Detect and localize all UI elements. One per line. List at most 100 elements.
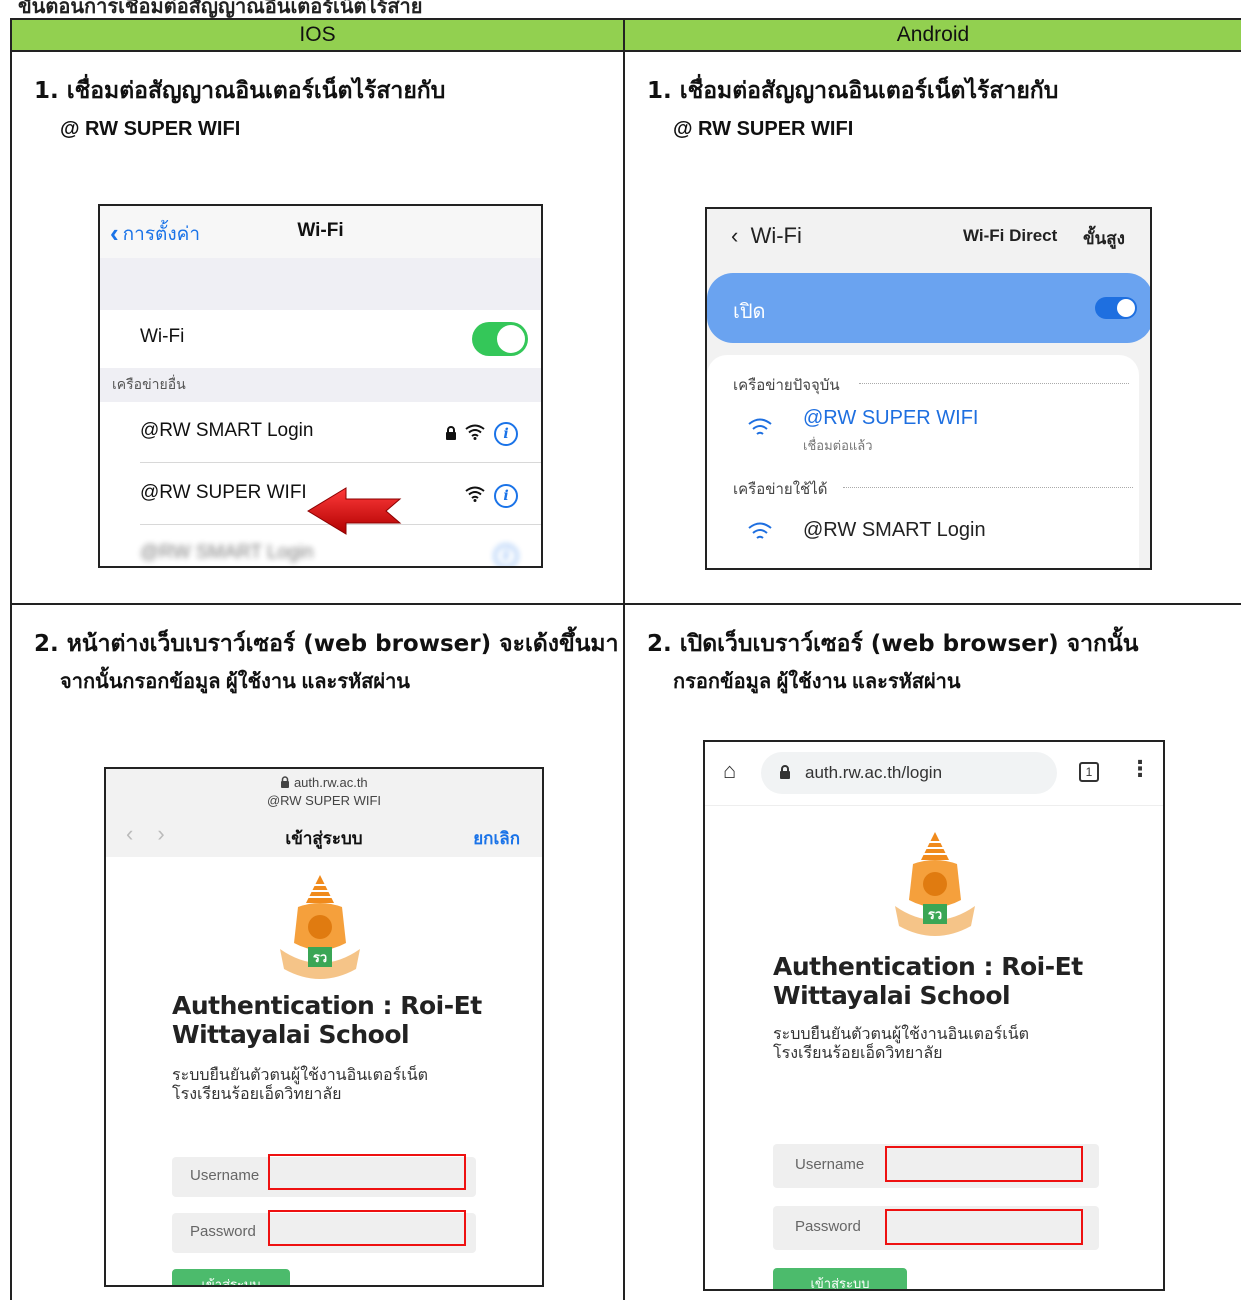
info-icon[interactable]: i	[494, 422, 518, 446]
ios-wifi-toggle-row: Wi-Fi	[100, 310, 541, 368]
password-label: Password	[795, 1218, 861, 1235]
android-wifi-toggle[interactable]	[1095, 297, 1137, 319]
address-bar[interactable]: auth.rw.ac.th/login	[761, 752, 1057, 794]
ios-url: auth.rw.ac.th	[106, 775, 542, 790]
school-seal-logo: รว	[280, 875, 360, 979]
auth-title: Authentication : Roi-Et Wittayalai Schoo…	[773, 952, 1083, 1010]
available-ssid: @RW SMART Login	[803, 519, 986, 541]
wifi-icon	[465, 424, 485, 440]
ios-step-1-cell: 1. เชื่อมต่อสัญญาณอินเตอร์เน็ตไร้สายกับ …	[10, 50, 625, 605]
ios-step-2-cell: 2. หน้าต่างเว็บเบราว์เซอร์ (web browser)…	[10, 603, 625, 1300]
tab-switcher-icon[interactable]: 1	[1079, 762, 1099, 782]
step-2-row: 2. หน้าต่างเว็บเบราว์เซอร์ (web browser)…	[10, 603, 1241, 1300]
lock-icon	[446, 426, 456, 440]
info-icon: i	[494, 544, 518, 566]
ios-step-1-title-text: 1. เชื่อมต่อสัญญาณอินเตอร์เน็ตไร้สายกับ	[34, 78, 446, 104]
auth-subtitle-line-1: ระบบยืนยันตัวตนผู้ใช้งานอินเตอร์เน็ต	[172, 1065, 429, 1084]
step-1-row: 1. เชื่อมต่อสัญญาณอินเตอร์เน็ตไร้สายกับ …	[10, 50, 1241, 605]
android-step-1-subtitle: @ RW SUPER WIFI	[673, 118, 854, 140]
ios-login-screenshot: auth.rw.ac.th @RW SUPER WIFI ‹› เข้าสู่ร…	[104, 767, 544, 1287]
android-step-1-title-text: 1. เชื่อมต่อสัญญาณอินเตอร์เน็ตไร้สายกับ	[647, 78, 1059, 104]
android-on-label: เปิด	[733, 299, 766, 323]
ios-wifi-label: Wi-Fi	[140, 326, 185, 347]
auth-subtitle-line-1: ระบบยืนยันตัวตนผู้ใช้งานอินเตอร์เน็ต	[773, 1024, 1030, 1043]
separator	[140, 462, 541, 463]
username-highlight-box	[268, 1154, 466, 1190]
lock-icon	[780, 765, 790, 779]
auth-subtitle: ระบบยืนยันตัวตนผู้ใช้งานอินเตอร์เน็ต โรง…	[172, 1065, 428, 1103]
guide-table: IOS Android 1. เชื่อมต่อสัญญาณอินเตอร์เน…	[10, 18, 1241, 1300]
ios-nav-bar: ‹ การตั้งค่า Wi-Fi	[100, 206, 541, 258]
android-network-list: เครือข่ายปัจจุบัน @RW SUPER WIFI เชื่อมต…	[707, 355, 1139, 568]
android-login-screenshot: ⌂ auth.rw.ac.th/login 1 ⋮ รว Authenticat…	[703, 740, 1165, 1291]
ios-login-header: auth.rw.ac.th @RW SUPER WIFI ‹› เข้าสู่ร…	[106, 769, 542, 857]
auth-title: Authentication : Roi-Et Wittayalai Schoo…	[172, 991, 482, 1049]
android-back-label: Wi-Fi	[750, 223, 802, 248]
password-label: Password	[190, 1223, 256, 1240]
password-highlight-box	[885, 1209, 1083, 1245]
top-cut-text: ขั้นตอนการเชื่อมต่อสัญญาณอินเตอร์เน็ตไร้…	[0, 0, 1241, 18]
username-label: Username	[190, 1167, 260, 1184]
current-network-section: เครือข่ายปัจจุบัน	[733, 376, 840, 394]
ios-step-1-title: 1. เชื่อมต่อสัญญาณอินเตอร์เน็ตไร้สายกับ …	[34, 72, 445, 148]
ios-other-networks-label: เครือข่ายอื่น	[112, 376, 186, 392]
available-network-section: เครือข่ายใช้ได้	[733, 480, 828, 498]
header-row: IOS Android	[10, 18, 1241, 52]
android-step-2-cell: 2. เปิดเว็บเบราว์เซอร์ (web browser) จาก…	[623, 603, 1241, 1300]
ios-network-name: @RW SMART Login	[140, 420, 314, 441]
ios-step-1-subtitle: @ RW SUPER WIFI	[60, 118, 241, 140]
home-icon[interactable]: ⌂	[723, 758, 736, 784]
password-highlight-box	[268, 1210, 466, 1246]
ios-network-name: @RW SMART Login	[140, 542, 314, 563]
info-icon[interactable]: i	[494, 484, 518, 508]
connected-status: เชื่อมต่อแล้ว	[803, 439, 873, 454]
android-step-1-cell: 1. เชื่อมต่อสัญญาณอินเตอร์เน็ตไร้สายกับ …	[623, 50, 1241, 605]
android-wifi-screenshot: ‹ Wi-Fi Wi-Fi Direct ขั้นสูง เปิด เครือข…	[705, 207, 1152, 570]
auth-subtitle: ระบบยืนยันตัวตนผู้ใช้งานอินเตอร์เน็ต โรง…	[773, 1024, 1029, 1062]
android-step-2-title: 2. เปิดเว็บเบราว์เซอร์ (web browser) จาก…	[647, 625, 1138, 701]
wifi-icon	[748, 522, 772, 539]
column-header-ios: IOS	[10, 18, 625, 52]
ios-cancel-button[interactable]: ยกเลิก	[473, 825, 520, 852]
column-header-android: Android	[623, 18, 1241, 52]
dotted-divider	[859, 383, 1129, 384]
ios-network-list: @RW SMART Login i @RW SUPER WIFI i @RW S…	[100, 402, 541, 566]
svg-text:รว: รว	[928, 908, 942, 923]
ios-wifi-toggle[interactable]	[472, 322, 528, 356]
auth-subtitle-line-2: โรงเรียนร้อยเอ็ดวิทยาลัย	[773, 1043, 943, 1062]
svg-text:รว: รว	[313, 951, 327, 966]
ios-ssid: @RW SUPER WIFI	[266, 793, 382, 808]
android-step-2-subtitle: กรอกข้อมูล ผู้ใช้งาน และรหัสผ่าน	[673, 671, 961, 693]
auth-title-line-1: Authentication : Roi-Et	[172, 991, 482, 1020]
auth-title-line-2: Wittayalai School	[773, 981, 1011, 1010]
lock-icon	[281, 776, 290, 788]
android-top-bar: ‹ Wi-Fi Wi-Fi Direct ขั้นสูง	[707, 209, 1150, 269]
wifi-icon	[748, 418, 772, 435]
connected-ssid: @RW SUPER WIFI	[803, 407, 979, 429]
ios-url-text: auth.rw.ac.th	[293, 775, 368, 790]
android-step-2-title-text: 2. เปิดเว็บเบราว์เซอร์ (web browser) จาก…	[647, 631, 1139, 657]
android-back-button[interactable]: ‹ Wi-Fi	[731, 223, 802, 249]
wifi-icon	[465, 486, 485, 502]
chrome-toolbar: ⌂ auth.rw.ac.th/login 1 ⋮	[705, 742, 1163, 806]
advanced-button[interactable]: ขั้นสูง	[1083, 225, 1125, 252]
ios-step-2-title-text: 2. หน้าต่างเว็บเบราว์เซอร์ (web browser)…	[34, 631, 619, 657]
top-cut-text-label: ขั้นตอนการเชื่อมต่อสัญญาณอินเตอร์เน็ตไร้…	[18, 0, 423, 18]
android-wifi-on-bar[interactable]: เปิด	[707, 273, 1150, 343]
auth-title-line-1: Authentication : Roi-Et	[773, 952, 1083, 981]
address-bar-url: auth.rw.ac.th/login	[805, 763, 943, 782]
auth-subtitle-line-2: โรงเรียนร้อยเอ็ดวิทยาลัย	[172, 1084, 342, 1103]
dotted-divider	[843, 487, 1133, 488]
ios-wifi-screenshot: ‹ การตั้งค่า Wi-Fi Wi-Fi เครือข่ายอื่น @R…	[98, 204, 543, 568]
login-button[interactable]: เข้าสู่ระบบ	[773, 1268, 907, 1289]
red-arrow-icon	[307, 487, 402, 535]
more-menu-icon[interactable]: ⋮	[1129, 756, 1151, 782]
school-seal-logo: รว	[895, 832, 975, 936]
login-button[interactable]: เข้าสู่ระบบ	[172, 1269, 290, 1285]
ios-step-2-title: 2. หน้าต่างเว็บเบราว์เซอร์ (web browser)…	[34, 625, 619, 701]
ios-step-2-subtitle: จากนั้นกรอกข้อมูล ผู้ใช้งาน และรหัสผ่าน	[60, 671, 410, 693]
username-highlight-box	[885, 1146, 1083, 1182]
wifi-direct-button[interactable]: Wi-Fi Direct	[963, 226, 1057, 246]
username-label: Username	[795, 1156, 865, 1173]
ios-network-name: @RW SUPER WIFI	[140, 482, 307, 503]
